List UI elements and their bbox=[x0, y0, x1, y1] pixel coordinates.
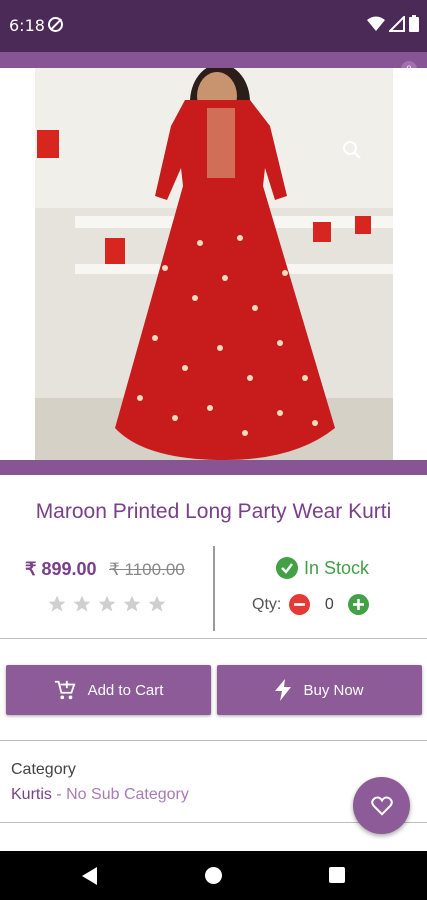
status-icons bbox=[367, 15, 419, 32]
star-icon[interactable] bbox=[72, 594, 92, 614]
back-icon[interactable] bbox=[82, 867, 98, 885]
category-label: Category bbox=[11, 761, 76, 778]
status-bar: 6:18 bbox=[0, 0, 427, 52]
cart-add-icon bbox=[54, 680, 76, 700]
stock-status: In Stock bbox=[276, 557, 369, 579]
category-value: Kurtis - No Sub Category bbox=[11, 786, 189, 804]
heart-icon bbox=[370, 796, 393, 816]
plus-icon[interactable] bbox=[348, 594, 370, 615]
signal-icon bbox=[389, 15, 405, 32]
toolbar-strip bbox=[0, 52, 427, 68]
star-icon[interactable] bbox=[122, 594, 142, 614]
product-image-area bbox=[0, 68, 427, 460]
recents-icon[interactable] bbox=[329, 867, 345, 883]
buy-now-label: Buy Now bbox=[303, 681, 364, 699]
star-icon[interactable] bbox=[147, 594, 167, 614]
section-divider bbox=[0, 740, 427, 741]
dnd-icon bbox=[48, 17, 63, 32]
image-bottom-bar bbox=[0, 460, 427, 475]
qty-label: Qty: bbox=[252, 595, 282, 613]
category-link[interactable]: Kurtis bbox=[11, 786, 52, 803]
buy-now-button[interactable]: Buy Now bbox=[217, 665, 422, 715]
star-icon[interactable] bbox=[47, 594, 67, 614]
battery-icon bbox=[409, 15, 419, 32]
home-icon[interactable] bbox=[205, 867, 222, 884]
category-separator: - bbox=[51, 786, 67, 803]
sub-category-link[interactable]: No Sub Category bbox=[66, 786, 189, 803]
flash-icon bbox=[275, 679, 292, 701]
product-photo[interactable] bbox=[35, 68, 393, 460]
add-to-cart-label: Add to Cart bbox=[87, 681, 164, 699]
system-nav-bar bbox=[0, 851, 427, 900]
minus-icon[interactable] bbox=[289, 594, 311, 615]
stock-text: In Stock bbox=[304, 557, 370, 578]
wishlist-button[interactable] bbox=[353, 777, 410, 834]
product-price: ₹ 899.00 bbox=[25, 559, 97, 579]
status-time: 6:18 bbox=[9, 16, 45, 35]
qty-value: 0 bbox=[324, 595, 334, 613]
search-icon[interactable] bbox=[342, 140, 362, 160]
product-title: Maroon Printed Long Party Wear Kurti bbox=[35, 500, 392, 523]
quantity-stepper: Qty: 0 bbox=[252, 594, 370, 615]
add-to-cart-button[interactable]: Add to Cart bbox=[6, 665, 211, 715]
wifi-icon bbox=[367, 16, 385, 31]
section-divider bbox=[0, 638, 427, 639]
rating-stars[interactable] bbox=[47, 594, 167, 614]
dress-photo-icon bbox=[35, 68, 393, 460]
product-old-price: ₹ 1100.00 bbox=[109, 560, 185, 579]
star-icon[interactable] bbox=[97, 594, 117, 614]
check-circle-icon bbox=[276, 557, 298, 579]
price-divider bbox=[213, 546, 215, 631]
